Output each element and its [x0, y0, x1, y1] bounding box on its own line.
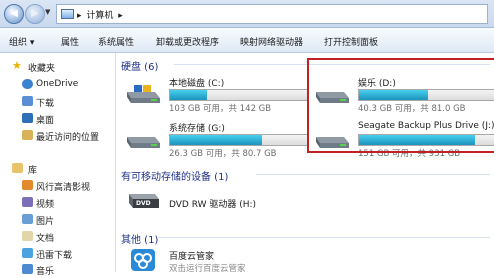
breadcrumb-separator: ▸	[77, 11, 82, 21]
group-header-removable[interactable]: 有可移动存储的设备 (1)	[121, 168, 228, 183]
drive-g-usage-bar	[169, 134, 309, 146]
group-header-hard-disks[interactable]: 硬盘 (6)	[121, 58, 158, 73]
baidu-cloud-item[interactable]: 百度云管家 双击运行百度云管家	[121, 246, 309, 274]
baidu-cloud-icon	[131, 249, 155, 271]
hard-drive-icon	[127, 85, 160, 103]
recent-places-icon	[22, 130, 33, 140]
map-network-drive-button[interactable]: 映射网络驱动器	[240, 35, 303, 48]
download-folder-icon	[22, 96, 33, 106]
recent-pages-dropdown[interactable]: ▼	[45, 8, 50, 16]
address-bar-area: ◀ ▶ ▼ ▸ 计算机 ▸	[0, 0, 494, 28]
nav-lib-pictures[interactable]: 图片	[0, 212, 115, 228]
desktop-icon	[22, 113, 33, 123]
address-input[interactable]: ▸ 计算机 ▸	[56, 4, 488, 24]
back-button[interactable]: ◀	[4, 4, 24, 24]
nav-recent-places[interactable]: 最近访问的位置	[0, 128, 115, 144]
video-library-icon	[22, 180, 33, 190]
drive-c-usage-bar	[169, 89, 309, 101]
video-icon	[22, 197, 33, 207]
organize-menu[interactable]: 组织 ▾	[9, 35, 34, 48]
documents-icon	[22, 231, 33, 241]
nav-lib-video[interactable]: 视频	[0, 195, 115, 211]
nav-onedrive[interactable]: OneDrive	[0, 77, 115, 93]
nav-favorites[interactable]: ★ 收藏夹	[0, 59, 115, 75]
navigation-pane: ★ 收藏夹 OneDrive 下载 桌面 最近访问的位置 库 风行高清影视 视频…	[0, 53, 116, 277]
library-icon	[12, 163, 23, 173]
group-divider	[256, 174, 490, 175]
breadcrumb-separator: ▸	[118, 11, 123, 21]
nav-libraries[interactable]: 库	[0, 161, 115, 177]
download-icon	[22, 248, 33, 258]
nav-desktop[interactable]: 桌面	[0, 111, 115, 127]
nav-lib-documents[interactable]: 文档	[0, 229, 115, 245]
nav-lib-music[interactable]: 音乐	[0, 262, 115, 278]
group-header-other[interactable]: 其他 (1)	[121, 231, 158, 246]
open-control-panel-button[interactable]: 打开控制面板	[324, 35, 378, 48]
star-icon: ★	[12, 59, 22, 72]
computer-icon	[61, 9, 74, 19]
pictures-icon	[22, 214, 33, 224]
music-icon	[22, 264, 33, 274]
drive-h-dvd[interactable]: DVD DVD RW 驱动器 (H:)	[121, 188, 309, 216]
cloud-icon	[22, 79, 33, 89]
forward-button[interactable]: ▶	[25, 4, 45, 24]
properties-button[interactable]: 属性	[61, 35, 79, 48]
drive-c[interactable]: 本地磁盘 (C:) 103 GB 可用，共 142 GB	[121, 74, 309, 114]
hard-drive-icon	[127, 137, 160, 148]
uninstall-program-button[interactable]: 卸载或更改程序	[156, 35, 219, 48]
breadcrumb-computer[interactable]: 计算机	[86, 11, 113, 21]
dvd-badge: DVD	[136, 200, 151, 207]
nav-lib-xunlei[interactable]: 迅雷下载	[0, 246, 115, 262]
nav-downloads[interactable]: 下载	[0, 94, 115, 110]
drive-g[interactable]: 系统存储 (G:) 26.3 GB 可用，共 80.7 GB	[121, 119, 309, 159]
command-bar: 组织 ▾ 属性 系统属性 卸载或更改程序 映射网络驱动器 打开控制面板	[0, 28, 494, 53]
system-properties-button[interactable]: 系统属性	[98, 35, 134, 48]
group-divider	[158, 237, 490, 238]
nav-lib-fengxing[interactable]: 风行高清影视	[0, 178, 115, 194]
highlight-box	[307, 58, 494, 153]
